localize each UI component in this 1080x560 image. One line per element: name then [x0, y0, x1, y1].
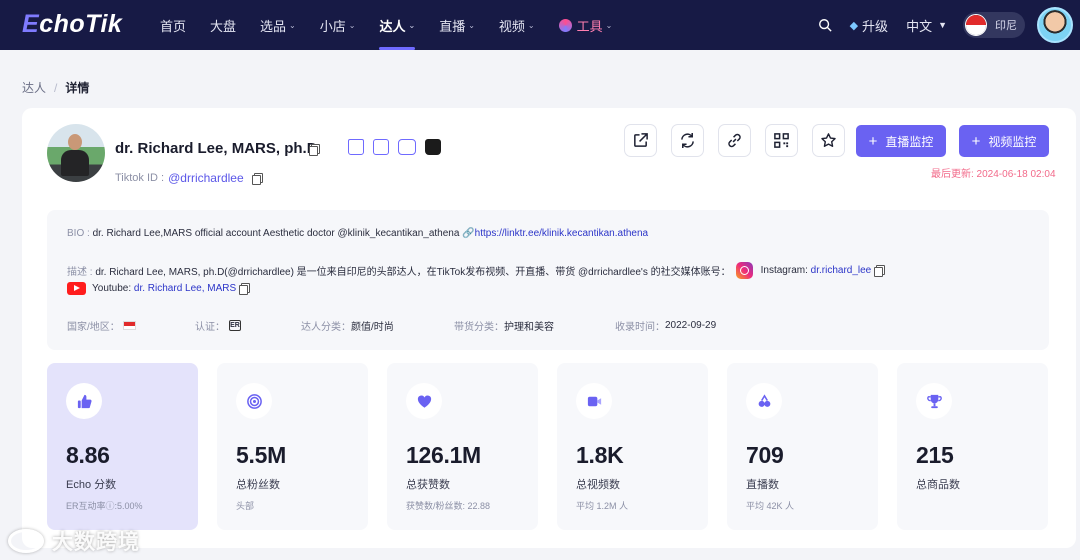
live-monitor-button[interactable]: + 直播监控: [856, 125, 946, 157]
favorite-button[interactable]: [812, 124, 845, 157]
plus-icon: +: [971, 132, 981, 150]
copy-icon[interactable]: [874, 265, 886, 277]
chevron-down-icon: ⌄: [408, 20, 416, 30]
refresh-icon: [681, 132, 694, 149]
bio-row: BIO : dr. Richard Lee,MARS official acco…: [67, 228, 649, 239]
link-icon: 🔗: [462, 228, 475, 239]
influencer-detail-card: dr. Richard Lee, MARS, ph.D Tiktok ID : …: [22, 108, 1076, 548]
copy-icon[interactable]: [251, 172, 263, 185]
tiktok-handle[interactable]: @drrichardlee: [168, 171, 244, 185]
tiktok-id: Tiktok ID : @drrichardlee: [115, 171, 263, 185]
bio-link[interactable]: https://linktr.ee/klinik.kecantikan.athe…: [475, 228, 648, 239]
shop-icon: [348, 139, 364, 155]
user-avatar[interactable]: [1037, 7, 1073, 43]
nav-item-dashboard[interactable]: 大盘: [198, 0, 248, 50]
video-monitor-button[interactable]: + 视频监控: [959, 125, 1049, 157]
main-menu: 首页 大盘 选品 ⌄ 小店 ⌄ 达人 ⌄ 直播 ⌄ 视频 ⌄ 工具 ⌄: [148, 0, 624, 50]
youtube-link[interactable]: dr. Richard Lee, MARS: [134, 283, 236, 294]
description-text: dr. Richard Lee, MARS, ph.D(@drrichardle…: [95, 267, 731, 278]
country-selector[interactable]: 印尼: [963, 12, 1025, 38]
stat-card-echo-score[interactable]: 8.86 Echo 分数 ER互动率ⓘ:5.00%: [47, 363, 198, 530]
refresh-button[interactable]: [671, 124, 704, 157]
language-selector[interactable]: 中文 ▼: [906, 16, 947, 35]
seller-icon: [373, 139, 389, 155]
watermark: 大数跨境: [8, 526, 140, 556]
breadcrumb-parent[interactable]: 达人: [22, 79, 46, 96]
breadcrumb-current: 详情: [65, 81, 90, 95]
profile-info-box: BIO : dr. Richard Lee,MARS official acco…: [47, 210, 1049, 350]
meta-row: 国家/地区： 认证： ER 达人分类： 颜值/时尚 带货分类： 护理和美容 收录时间：…: [67, 318, 1027, 333]
region-field: 国家/地区：: [67, 318, 136, 333]
instagram-link[interactable]: dr.richard_lee: [811, 265, 872, 276]
copy-link-button[interactable]: [718, 124, 751, 157]
influencer-avatar: [47, 124, 105, 182]
stat-card-lives[interactable]: 709 直播数 平均 42K 人: [727, 363, 878, 530]
description-row: 描述 : dr. Richard Lee, MARS, ph.D(@drrich…: [67, 262, 886, 279]
influencer-category-field: 达人分类： 颜值/时尚: [301, 322, 394, 333]
nav-item-influencers[interactable]: 达人 ⌄: [367, 0, 427, 50]
external-link-icon: [634, 133, 648, 147]
indonesia-flag-icon: [965, 14, 987, 36]
stat-card-likes[interactable]: 126.1M 总获赞数 获赞数/粉丝数: 22.88: [387, 363, 538, 530]
video-camera-icon: [398, 139, 416, 155]
breadcrumb: 达人 / 详情: [22, 79, 89, 96]
goods-category-field: 带货分类： 护理和美容: [454, 322, 554, 333]
copy-icon[interactable]: [309, 144, 320, 156]
star-icon: [821, 133, 836, 147]
chevron-down-icon: ⌄: [468, 20, 475, 30]
chevron-down-icon: ⌄: [348, 20, 356, 30]
nav-item-live[interactable]: 直播 ⌄: [427, 0, 487, 50]
nav-right-group: ◆ 升级 中文 ▼ 印尼: [818, 0, 1080, 50]
youtube-row: Youtube: dr. Richard Lee, MARS: [67, 282, 250, 295]
live-icon: [746, 383, 782, 419]
qr-code-icon: [774, 133, 789, 148]
link-icon: [728, 133, 741, 148]
plus-icon: +: [868, 132, 878, 150]
copy-icon[interactable]: [238, 283, 250, 295]
tiktok-shop-icon: [425, 139, 441, 155]
heart-icon: [406, 383, 442, 419]
stat-card-videos[interactable]: 1.8K 总视频数 平均 1.2M 人: [557, 363, 708, 530]
nav-item-shops[interactable]: 小店 ⌄: [308, 0, 368, 50]
chevron-down-icon: ⌄: [605, 20, 613, 30]
open-external-button[interactable]: [624, 124, 657, 157]
watermark-logo-icon: [8, 529, 44, 553]
action-buttons: [624, 124, 845, 157]
stats-row: 8.86 Echo 分数 ER互动率ⓘ:5.00% 5.5M 总粉丝数 头部 1…: [47, 363, 1048, 530]
last-update-time: 最后更新: 2024-06-18 02:04: [931, 169, 1056, 180]
caret-down-icon: ▼: [938, 20, 947, 30]
youtube-icon: [67, 282, 86, 295]
chevron-down-icon: ⌄: [527, 20, 535, 30]
instagram-icon: [735, 262, 753, 279]
certification-icon: ER: [229, 320, 241, 331]
stat-card-products[interactable]: 215 总商品数: [897, 363, 1048, 530]
stat-card-followers[interactable]: 5.5M 总粉丝数 头部: [217, 363, 368, 530]
influencer-name: dr. Richard Lee, MARS, ph.D: [115, 140, 318, 157]
diamond-icon: ◆: [849, 19, 859, 32]
thumbs-up-icon: [66, 383, 102, 419]
tools-icon: [558, 18, 572, 32]
nav-item-tools[interactable]: 工具 ⌄: [547, 0, 625, 50]
indonesia-flag-icon: [122, 321, 136, 330]
trophy-icon: [916, 383, 952, 419]
qr-code-button[interactable]: [765, 124, 798, 157]
indexed-time-field: 收录时间： 2022-09-29: [615, 320, 717, 333]
search-icon[interactable]: [818, 18, 832, 32]
echotik-logo[interactable]: EchoTik: [22, 10, 122, 39]
bio-text: dr. Richard Lee,MARS official account Ae…: [92, 228, 460, 239]
breadcrumb-separator: /: [54, 80, 58, 95]
account-type-icons: [348, 139, 441, 155]
video-icon: [576, 383, 612, 419]
nav-item-home[interactable]: 首页: [148, 0, 198, 50]
nav-item-videos[interactable]: 视频 ⌄: [487, 0, 547, 50]
upgrade-button[interactable]: ◆ 升级: [850, 16, 888, 35]
certification-field: 认证： ER: [195, 320, 241, 333]
target-icon: [236, 383, 272, 419]
top-navbar: EchoTik 首页 大盘 选品 ⌄ 小店 ⌄ 达人 ⌄ 直播 ⌄ 视频 ⌄ 工具 ⌄ ◆ 升…: [0, 0, 1080, 50]
chevron-down-icon: ⌄: [289, 20, 296, 30]
nav-item-products[interactable]: 选品 ⌄: [248, 0, 308, 50]
